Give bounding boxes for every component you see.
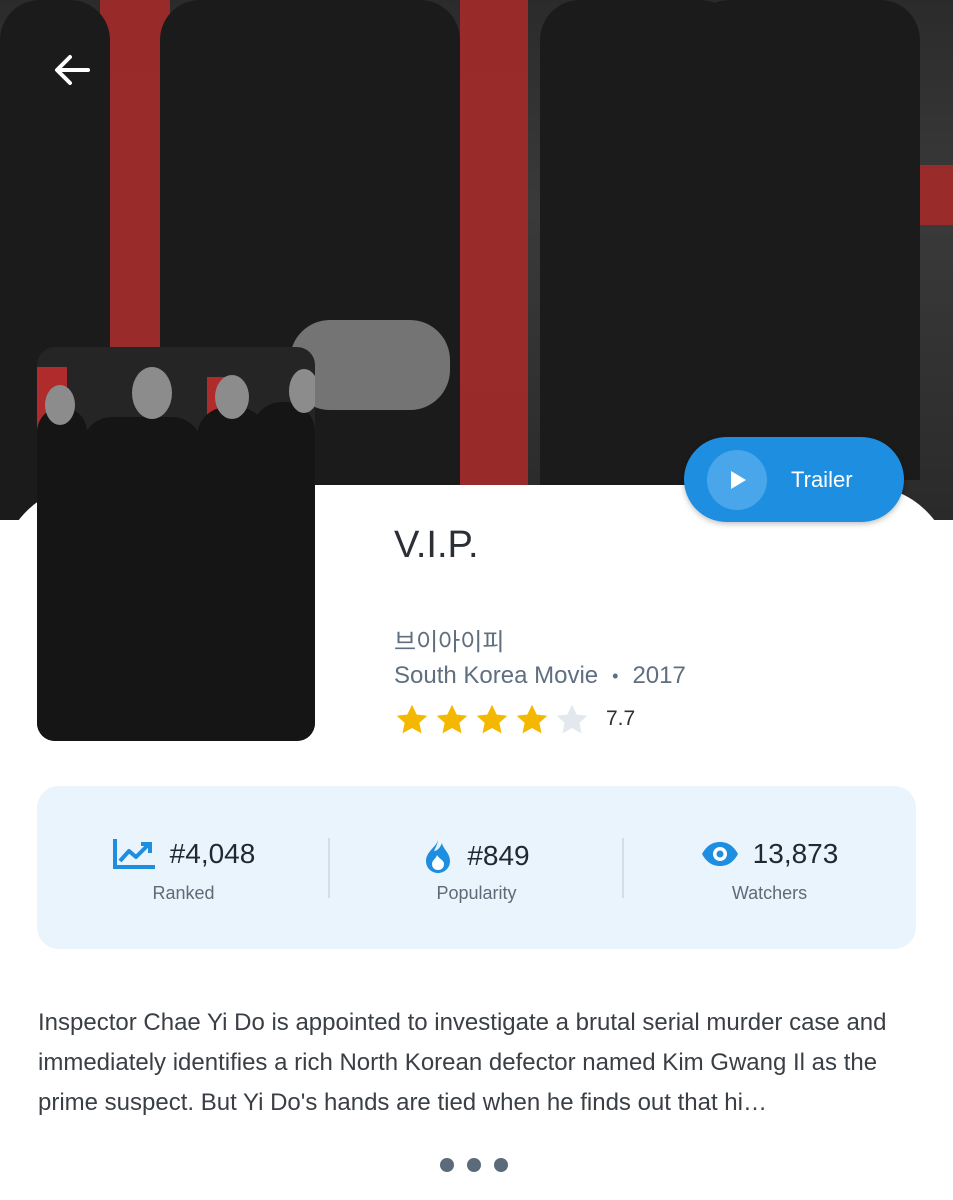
trailer-label: Trailer (791, 466, 853, 492)
rating-score: 7.7 (606, 707, 636, 730)
star-empty-icon (556, 704, 588, 734)
star-filled-icon (516, 704, 548, 734)
country-type: South Korea Movie (394, 662, 599, 689)
stat-watchers[interactable]: 13,873 Watchers (623, 786, 916, 949)
more-dot (467, 1158, 481, 1172)
more-dot (440, 1158, 454, 1172)
watchers-caption: Watchers (731, 883, 808, 903)
meta-separator: • (612, 665, 619, 686)
native-title: 브이아이피 (394, 629, 505, 656)
movie-meta: South Korea Movie • 2017 (394, 662, 686, 690)
flame-icon (426, 839, 451, 873)
star-filled-icon (476, 704, 508, 734)
popularity-value: #849 (467, 840, 530, 871)
movie-title: V.I.P. (394, 524, 479, 566)
arrow-left-icon (55, 55, 90, 85)
release-year: 2017 (632, 662, 686, 689)
play-icon-circle (707, 449, 767, 510)
stat-popularity[interactable]: #849 Popularity (330, 786, 623, 949)
synopsis-text[interactable]: Inspector Chae Yi Do is appointed to inv… (38, 1003, 913, 1123)
ranked-caption: Ranked (152, 883, 215, 903)
star-filled-icon (396, 704, 428, 734)
popularity-caption: Popularity (436, 883, 517, 903)
poster-image (37, 347, 315, 741)
back-button[interactable] (44, 44, 100, 96)
watchers-value: 13,873 (752, 838, 839, 869)
ranked-value: #4,048 (169, 838, 256, 869)
eye-icon (701, 842, 738, 866)
stat-ranked[interactable]: #4,048 Ranked (37, 786, 330, 949)
rating: 7.7 (394, 702, 635, 736)
trailer-button[interactable]: Trailer (684, 437, 904, 522)
more-dots-icon[interactable] (440, 1158, 508, 1172)
stats-card: #4,048 Ranked #849 Popularity 13,873 Wat… (37, 786, 916, 949)
play-icon (731, 470, 746, 489)
star-rating (394, 702, 594, 736)
more-dot (494, 1158, 508, 1172)
trending-up-icon (112, 839, 155, 869)
star-filled-icon (436, 704, 468, 734)
